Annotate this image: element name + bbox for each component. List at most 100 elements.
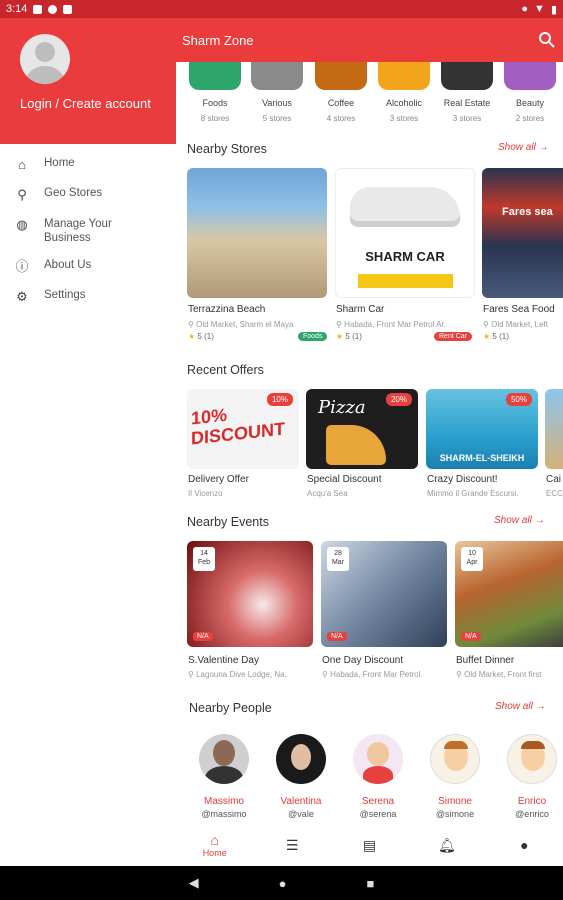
- category-name: Alcoholic: [385, 98, 423, 108]
- tab-notifications[interactable]: 🔔︎: [408, 837, 485, 853]
- event-image-valentine[interactable]: 14 Feb N/A: [187, 541, 313, 647]
- show-all-people-link[interactable]: Show all →: [495, 701, 546, 712]
- store-name[interactable]: Sharm Car: [336, 304, 384, 315]
- store-address-text: Habada, Front Mar Petrol Ar.: [344, 320, 446, 329]
- event-month: Mar: [331, 559, 345, 566]
- event-day: 28: [334, 550, 342, 557]
- tab-home[interactable]: ⌂ Home: [176, 832, 253, 858]
- store-rating: ★ 5 (1): [336, 332, 362, 341]
- person-avatar: [507, 734, 557, 784]
- category-foods[interactable]: Foods 8 stores: [186, 62, 244, 123]
- section-title-nearby-stores: Nearby Stores: [187, 142, 267, 156]
- offer-name[interactable]: Special Discount: [307, 474, 381, 485]
- offer-badge: 20%: [385, 393, 412, 406]
- category-coffee-icon: [315, 62, 367, 90]
- store-image-title: Fares sea: [502, 206, 553, 218]
- show-all-stores-link[interactable]: Show all →: [498, 142, 549, 153]
- tab-label: Home: [202, 848, 227, 858]
- person-enrico[interactable]: Enrico @enrico: [495, 734, 563, 819]
- event-name[interactable]: S.Valentine Day: [188, 655, 259, 666]
- person-name: Simone: [438, 796, 472, 807]
- event-name[interactable]: Buffet Dinner: [456, 655, 514, 666]
- drawer-item-manage-business[interactable]: ◍ Manage Your Business: [0, 210, 176, 252]
- tab-book[interactable]: ▤: [331, 837, 408, 853]
- person-simone[interactable]: Simone @simone: [418, 734, 492, 819]
- person-avatar: [199, 734, 249, 784]
- pin-icon: ⚲: [322, 670, 331, 679]
- recents-icon[interactable]: ■: [367, 876, 375, 891]
- pin-icon: ⚲: [483, 320, 492, 329]
- store-image-banner: [358, 274, 453, 288]
- event-day: 14: [200, 550, 208, 557]
- offer-image-delivery[interactable]: 10% DISCOUNT 10%: [187, 389, 299, 469]
- offer-image-title: Pizza: [318, 397, 366, 418]
- category-various[interactable]: Various 5 stores: [248, 62, 306, 123]
- show-all-label: Show all: [494, 515, 532, 526]
- pin-icon: ⚲: [188, 320, 197, 329]
- tab-profile[interactable]: ●: [486, 837, 563, 853]
- tab-list[interactable]: ☰: [253, 837, 330, 853]
- drawer-item-settings[interactable]: ⚙ Settings: [0, 282, 176, 312]
- event-name[interactable]: One Day Discount: [322, 655, 403, 666]
- home-button-icon[interactable]: ●: [279, 876, 287, 891]
- car-graphic: [350, 187, 460, 227]
- category-coffee[interactable]: Coffee 4 stores: [312, 62, 370, 123]
- offer-name[interactable]: Crazy Discount!: [427, 474, 498, 485]
- person-massimo[interactable]: Massimo @massimo: [187, 734, 261, 819]
- event-month: Feb: [197, 559, 211, 566]
- drawer-item-label: About Us: [44, 259, 92, 271]
- star-icon: ★: [188, 332, 196, 341]
- drawer-item-label: Settings: [44, 289, 86, 301]
- drawer-item-geo-stores[interactable]: ⚲ Geo Stores: [0, 180, 176, 210]
- category-name: Coffee: [327, 98, 355, 108]
- category-name: Foods: [202, 98, 228, 108]
- offer-name[interactable]: Cai: [546, 474, 563, 485]
- offer-store: Mimmo il Grande Escursi.: [427, 489, 519, 498]
- offer-name[interactable]: Delivery Offer: [188, 474, 249, 485]
- search-icon[interactable]: [537, 30, 557, 50]
- arrow-right-icon: →: [534, 515, 545, 526]
- app-title: Sharm Zone: [182, 32, 254, 48]
- event-date: 10 Apr: [461, 547, 483, 571]
- offer-image-crazy[interactable]: SHARM-EL-SHEIKH 50%: [426, 389, 538, 469]
- show-all-events-link[interactable]: Show all →: [494, 515, 545, 526]
- location-icon: ●: [521, 3, 529, 15]
- notification-icon: [63, 4, 73, 14]
- offer-image-partial[interactable]: [545, 389, 563, 469]
- store-image-sharm-car[interactable]: SHARM CAR: [335, 168, 475, 298]
- offer-image-special[interactable]: Pizza 20%: [306, 389, 418, 469]
- store-tag: Foods: [298, 332, 328, 341]
- event-address-text: Habada, Front Mar Petrol.: [330, 670, 423, 679]
- event-image-discount[interactable]: 28 Mar N/A: [321, 541, 447, 647]
- person-serena[interactable]: Serena @serena: [341, 734, 415, 819]
- person-handle: @massimo: [201, 809, 247, 819]
- store-image-terrazzina[interactable]: [187, 168, 327, 298]
- person-icon: ●: [520, 837, 529, 853]
- drawer-item-about-us[interactable]: ⓘ About Us: [0, 252, 176, 282]
- login-link[interactable]: Login / Create account: [20, 96, 156, 112]
- notification-icon: [48, 4, 58, 14]
- person-valentina[interactable]: Valentina @vale: [264, 734, 338, 819]
- category-alcoholic[interactable]: Alcoholic 3 stores: [375, 62, 433, 123]
- store-address: ⚲ Old Market, Sharm el Maya: [188, 320, 328, 329]
- store-image-fares[interactable]: Fares sea: [482, 168, 563, 298]
- category-beauty[interactable]: Beauty 2 stores: [501, 62, 559, 123]
- drawer-item-home[interactable]: ⌂ Home: [0, 150, 176, 180]
- category-count: 5 stores: [262, 114, 292, 123]
- section-title-recent-offers: Recent Offers: [187, 363, 264, 377]
- back-icon[interactable]: ◀: [189, 875, 199, 891]
- category-real-estate[interactable]: Real Estate 3 stores: [438, 62, 496, 123]
- avatar[interactable]: [20, 34, 70, 84]
- offer-store: ECC: [546, 489, 563, 498]
- offer-badge: 50%: [505, 393, 532, 406]
- event-image-buffet[interactable]: 10 Apr N/A: [455, 541, 563, 647]
- category-real-estate-icon: [441, 62, 493, 90]
- person-name: Enrico: [517, 796, 547, 807]
- rating-value: 5 (1): [345, 332, 362, 341]
- arrow-right-icon: →: [535, 701, 546, 712]
- event-date: 28 Mar: [327, 547, 349, 571]
- star-icon: ★: [483, 332, 491, 341]
- store-name[interactable]: Terrazzina Beach: [188, 304, 265, 315]
- store-name[interactable]: Fares Sea Food: [483, 304, 555, 315]
- section-title-nearby-people: Nearby People: [189, 701, 272, 715]
